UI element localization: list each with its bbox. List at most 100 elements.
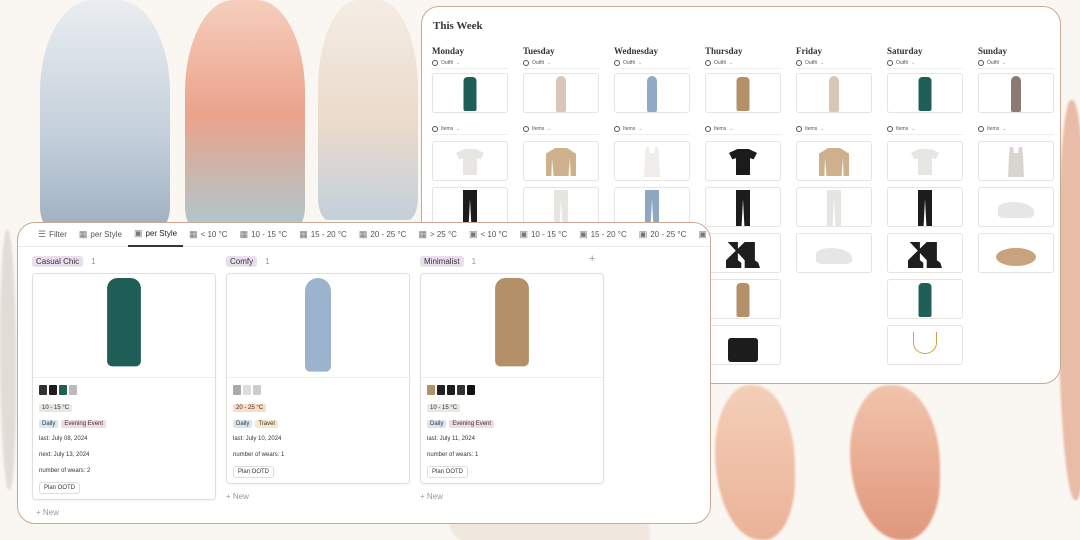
status-circle-icon [978,126,984,132]
new-card-button[interactable]: + New [420,492,604,501]
view-tab-7[interactable]: ▦ > 25 °C [412,223,463,247]
day-column-sunday: Sunday Outfit ⌄ Items ⌄ [978,45,1058,273]
items-property[interactable]: Items ⌄ [978,124,1054,135]
item-thumbnail[interactable] [887,233,963,273]
outfit-thumbnail[interactable] [796,73,872,113]
outfit-property[interactable]: Outfit ⌄ [978,58,1054,69]
wear-count: number of wears: 2 [39,468,91,474]
items-property[interactable]: Items ⌄ [705,124,781,135]
item-thumbnail[interactable] [887,279,963,319]
group-header[interactable]: Comfy 1 [226,253,410,269]
plan-ootd-button[interactable]: Plan OOTD [233,466,275,478]
view-tab-0[interactable]: ☰ Filter [32,223,73,247]
black-pants-image [918,190,932,226]
group-count: 1 [471,256,477,266]
view-tab-10[interactable]: ▣ 15 - 20 °C [573,223,633,247]
item-thumbnail[interactable] [796,141,872,181]
outfit-thumbnail[interactable] [705,73,781,113]
outfit-thumbnail[interactable] [523,73,599,113]
group-header[interactable]: Casual Chic 1 [32,253,216,269]
item-thumbnail[interactable] [705,279,781,319]
item-thumbnail[interactable] [978,187,1054,227]
items-property[interactable]: Items ⌄ [796,124,872,135]
outfit-property[interactable]: Outfit ⌄ [432,58,508,69]
group-tag: Minimalist [420,255,464,267]
black-pants-image [463,190,477,226]
occasion-tag: Daily [427,420,447,428]
jeans-image [645,190,659,226]
chevron-down-icon: ⌄ [546,60,552,66]
gallery-icon: ▣ [519,229,528,239]
group-tag: Casual Chic [32,255,84,267]
property-label: Outfit [532,60,544,66]
occasion-tag: Daily [39,420,59,428]
items-property[interactable]: Items ⌄ [887,124,963,135]
items-property[interactable]: Items ⌄ [432,124,508,135]
new-card-button[interactable]: + New [36,508,59,517]
view-tab-1[interactable]: ▦ per Style [73,223,128,247]
day-column-tuesday: Tuesday Outfit ⌄ Items ⌄ [523,45,603,227]
item-thumbnail[interactable] [978,141,1054,181]
view-tab-5[interactable]: ▦ 15 - 20 °C [293,223,353,247]
view-tab-12[interactable]: ▣> 25 °C [692,223,710,247]
view-tab-2[interactable]: ▣ per Style [127,223,184,247]
item-mini-icon [233,385,241,395]
outfit-property[interactable]: Outfit ⌄ [796,58,872,69]
outfit-thumbnail[interactable] [614,73,690,113]
outfit-thumbnail[interactable] [432,73,508,113]
item-thumbnail[interactable] [523,141,599,181]
outfit-card[interactable]: 10 - 15 °C Daily Evening Event last: July 0… [32,273,216,500]
beige-sweater-image [819,148,849,176]
view-tab-11[interactable]: ▣ 20 - 25 °C [633,223,693,247]
view-tab-8[interactable]: ▣ < 10 °C [463,223,514,247]
item-thumbnail[interactable] [887,187,963,227]
view-tab-label: < 10 °C [480,230,508,239]
black-boots-image [726,242,760,268]
day-name: Monday [432,46,465,56]
view-tab-9[interactable]: ▣ 10 - 15 °C [513,223,573,247]
item-thumbnail[interactable] [523,187,599,227]
outfit-thumbnail[interactable] [887,73,963,113]
item-thumbnail[interactable] [705,233,781,273]
plan-ootd-button[interactable]: Plan OOTD [39,482,81,494]
gallery-icon: ▣ [133,228,143,238]
item-thumbnail[interactable] [705,141,781,181]
beige-set-outfit-image [829,76,839,112]
outfit-property[interactable]: Outfit ⌄ [614,58,690,69]
item-thumbnail[interactable] [796,187,872,227]
item-thumbnail[interactable] [614,141,690,181]
outfit-photo [495,278,529,367]
plan-ootd-button[interactable]: Plan OOTD [427,466,469,478]
outfit-property[interactable]: Outfit ⌄ [887,58,963,69]
items-property[interactable]: Items ⌄ [523,124,599,135]
outfit-property[interactable]: Outfit ⌄ [705,58,781,69]
item-thumbnail[interactable] [614,187,690,227]
new-card-button[interactable]: + New [226,492,410,501]
item-thumbnail[interactable] [705,187,781,227]
outfit-thumbnail[interactable] [978,73,1054,113]
day-column-thursday: Thursday Outfit ⌄ Items ⌄ [705,45,785,365]
view-tab-6[interactable]: ▦ 20 - 25 °C [353,223,413,247]
item-thumbnail[interactable] [705,325,781,365]
item-thumbnail[interactable] [887,325,963,365]
item-thumbnail[interactable] [887,141,963,181]
item-mini-icon [253,385,261,395]
group-header[interactable]: Minimalist 1 [420,253,604,269]
item-thumbnail[interactable] [432,141,508,181]
item-thumbnail[interactable] [432,187,508,227]
view-tab-label: 10 - 15 °C [530,230,568,239]
item-thumbnail[interactable] [796,233,872,273]
view-tab-4[interactable]: ▦ 10 - 15 °C [234,223,294,247]
day-column-friday: Friday Outfit ⌄ Items ⌄ [796,45,876,273]
wear-count: number of wears: 1 [233,452,285,458]
outfit-card[interactable]: 20 - 25 °C Daily Travel last: July 10, 2024… [226,273,410,484]
white-tee-image [911,149,939,175]
table-icon: ▦ [358,229,368,239]
outfit-property[interactable]: Outfit ⌄ [523,58,599,69]
view-tab-3[interactable]: ▦ < 10 °C [183,223,234,247]
add-group-button[interactable]: + [589,253,595,265]
items-property[interactable]: Items ⌄ [614,124,690,135]
item-thumbnail[interactable] [978,233,1054,273]
outfit-card[interactable]: 10 - 15 °C Daily Evening Event last: July 1… [420,273,604,484]
white-sneakers-image [998,202,1034,218]
